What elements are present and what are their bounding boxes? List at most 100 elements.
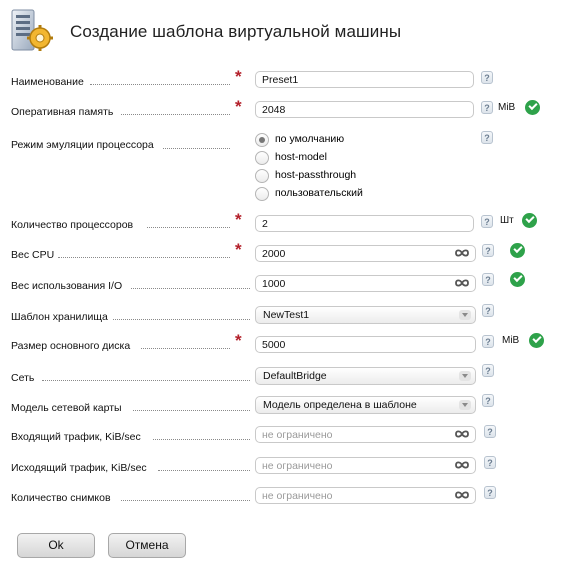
leader-dots [153, 439, 250, 440]
cpu-weight-label: Вес CPU [11, 249, 55, 261]
leader-dots [133, 410, 250, 411]
radio-button[interactable] [255, 169, 269, 183]
help-icon[interactable]: ? [481, 71, 493, 84]
nic-model-value: Модель определена в шаблоне [263, 399, 417, 411]
row-cpu-weight: Вес CPU * 2000 ? [0, 240, 563, 264]
help-icon[interactable]: ? [481, 131, 493, 144]
ram-input[interactable]: 2048 [255, 101, 474, 118]
help-icon[interactable]: ? [482, 244, 494, 257]
cancel-button[interactable]: Отмена [108, 533, 186, 558]
row-nic-model: Модель сетевой карты Модель определена в… [0, 394, 563, 417]
help-icon[interactable]: ? [484, 486, 496, 499]
valid-check-icon [510, 243, 525, 258]
row-traffic-out: Исходящий трафик, KiB/sec не ограничено … [0, 455, 563, 477]
name-label: Наименование [11, 76, 84, 88]
required-mark: * [235, 97, 242, 116]
radio-button[interactable] [255, 151, 269, 165]
help-icon[interactable]: ? [482, 364, 494, 377]
required-mark: * [235, 210, 242, 229]
radio-button-selected[interactable] [255, 133, 269, 147]
chevron-down-icon[interactable] [459, 400, 471, 410]
infinity-icon[interactable] [454, 277, 470, 289]
disk-size-label: Размер основного диска [11, 340, 131, 352]
storage-template-value: NewTest1 [263, 309, 310, 321]
storage-template-select[interactable]: NewTest1 [255, 306, 476, 324]
traffic-in-label: Входящий трафик, KiB/sec [11, 431, 141, 443]
infinity-icon[interactable] [454, 247, 470, 259]
required-mark: * [235, 331, 242, 350]
cpu-count-input[interactable]: 2 [255, 215, 474, 232]
network-select[interactable]: DefaultBridge [255, 367, 476, 385]
row-name: Наименование * Preset1 ? [0, 67, 563, 91]
ram-label: Оперативная память [11, 106, 114, 118]
radio-label: host-model [275, 151, 327, 163]
cpu-mode-label: Режим эмуляции процессора [11, 139, 154, 151]
leader-dots [42, 380, 250, 381]
traffic-out-input[interactable]: не ограничено [255, 457, 476, 474]
chevron-down-icon[interactable] [459, 310, 471, 320]
snapshots-label: Количество снимков [11, 492, 111, 504]
radio-label: host-passthrough [275, 169, 357, 181]
valid-check-icon [529, 333, 544, 348]
network-value: DefaultBridge [263, 370, 327, 382]
valid-check-icon [525, 100, 540, 115]
leader-dots [147, 227, 230, 228]
leader-dots [121, 114, 230, 115]
valid-check-icon [522, 213, 537, 228]
help-icon[interactable]: ? [484, 425, 496, 438]
traffic-out-placeholder: не ограничено [262, 460, 333, 472]
io-weight-value: 1000 [262, 278, 286, 290]
radio-button[interactable] [255, 187, 269, 201]
radio-label: пользовательский [275, 187, 363, 199]
traffic-in-placeholder: не ограничено [262, 429, 333, 441]
storage-template-label: Шаблон хранилища [11, 311, 108, 323]
leader-dots [163, 148, 230, 149]
help-icon[interactable]: ? [482, 335, 494, 348]
infinity-icon[interactable] [454, 459, 470, 471]
leader-dots [158, 470, 250, 471]
row-cpu-count: Количество процессоров * 2 ? Шт [0, 210, 563, 234]
ok-button[interactable]: Ok [17, 533, 95, 558]
traffic-in-input[interactable]: не ограничено [255, 426, 476, 443]
row-snapshots: Количество снимков не ограничено ? [0, 485, 563, 507]
nic-model-select[interactable]: Модель определена в шаблоне [255, 396, 476, 414]
help-icon[interactable]: ? [482, 273, 494, 286]
row-ram: Оперативная память * 2048 ? MiB [0, 97, 563, 121]
row-io-weight: Вес использования I/O 1000 ? [0, 272, 563, 295]
leader-dots [141, 348, 230, 349]
snapshots-placeholder: не ограничено [262, 490, 333, 502]
leader-dots [58, 257, 230, 258]
name-input[interactable]: Preset1 [255, 71, 474, 88]
nic-model-label: Модель сетевой карты [11, 402, 122, 414]
row-network: Сеть DefaultBridge ? [0, 364, 563, 387]
cpu-count-label: Количество процессоров [11, 219, 134, 231]
snapshots-input[interactable]: не ограничено [255, 487, 476, 504]
cpu-weight-input[interactable]: 2000 [255, 245, 476, 262]
help-icon[interactable]: ? [482, 304, 494, 317]
cpu-count-unit: Шт [500, 215, 514, 226]
radio-label: по умолчанию [275, 133, 345, 145]
network-label: Сеть [11, 372, 35, 384]
infinity-icon[interactable] [454, 489, 470, 501]
help-icon[interactable]: ? [484, 456, 496, 469]
leader-dots [90, 84, 230, 85]
ram-unit: MiB [498, 102, 516, 113]
dialog-title: Создание шаблона виртуальной машины [70, 22, 402, 41]
leader-dots [121, 500, 250, 501]
traffic-out-label: Исходящий трафик, KiB/sec [11, 462, 147, 474]
dialog-header: Создание шаблона виртуальной машины [8, 8, 548, 56]
io-weight-input[interactable]: 1000 [255, 275, 476, 292]
required-mark: * [235, 67, 242, 86]
server-gear-icon [11, 9, 53, 51]
row-traffic-in: Входящий трафик, KiB/sec не ограничено ? [0, 424, 563, 446]
row-disk-size: Размер основного диска * 5000 ? MiB [0, 331, 563, 355]
help-icon[interactable]: ? [481, 101, 493, 114]
disk-size-unit: MiB [502, 335, 520, 346]
infinity-icon[interactable] [454, 428, 470, 440]
chevron-down-icon[interactable] [459, 371, 471, 381]
io-weight-label: Вес использования I/O [11, 280, 123, 292]
leader-dots [113, 319, 250, 320]
help-icon[interactable]: ? [481, 215, 493, 228]
help-icon[interactable]: ? [482, 394, 494, 407]
disk-size-input[interactable]: 5000 [255, 336, 476, 353]
